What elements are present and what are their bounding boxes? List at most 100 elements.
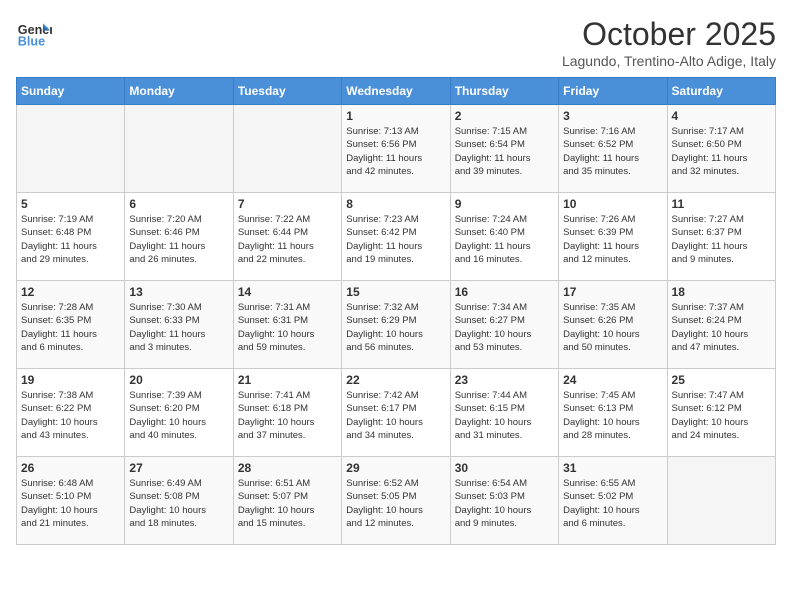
day-info: Sunrise: 7:30 AM Sunset: 6:33 PM Dayligh… [129, 301, 228, 354]
calendar-cell: 10 Sunrise: 7:26 AM Sunset: 6:39 PM Dayli… [559, 193, 667, 281]
day-info: Sunrise: 6:52 AM Sunset: 5:05 PM Dayligh… [346, 477, 445, 530]
calendar-cell: 24 Sunrise: 7:45 AM Sunset: 6:13 PM Dayli… [559, 369, 667, 457]
day-number: 7 [238, 197, 337, 211]
day-number: 9 [455, 197, 554, 211]
day-number: 4 [672, 109, 771, 123]
calendar-cell: 17 Sunrise: 7:35 AM Sunset: 6:26 PM Dayli… [559, 281, 667, 369]
calendar-cell: 3 Sunrise: 7:16 AM Sunset: 6:52 PM Daylig… [559, 105, 667, 193]
day-info: Sunrise: 7:13 AM Sunset: 6:56 PM Dayligh… [346, 125, 445, 178]
calendar-cell: 8 Sunrise: 7:23 AM Sunset: 6:42 PM Daylig… [342, 193, 450, 281]
calendar-cell: 1Sunrise: 7:13 AM Sunset: 6:56 PM Daylig… [342, 105, 450, 193]
day-number: 5 [21, 197, 120, 211]
day-info: Sunrise: 7:41 AM Sunset: 6:18 PM Dayligh… [238, 389, 337, 442]
day-number: 24 [563, 373, 662, 387]
day-number: 30 [455, 461, 554, 475]
header-thursday: Thursday [450, 78, 558, 105]
calendar-cell: 20 Sunrise: 7:39 AM Sunset: 6:20 PM Dayli… [125, 369, 233, 457]
day-info: Sunrise: 7:28 AM Sunset: 6:35 PM Dayligh… [21, 301, 120, 354]
day-info: Sunrise: 7:24 AM Sunset: 6:40 PM Dayligh… [455, 213, 554, 266]
day-info: Sunrise: 7:20 AM Sunset: 6:46 PM Dayligh… [129, 213, 228, 266]
day-info: Sunrise: 6:55 AM Sunset: 5:02 PM Dayligh… [563, 477, 662, 530]
day-info: Sunrise: 7:35 AM Sunset: 6:26 PM Dayligh… [563, 301, 662, 354]
logo-icon: General Blue [16, 16, 52, 52]
day-info: Sunrise: 7:32 AM Sunset: 6:29 PM Dayligh… [346, 301, 445, 354]
day-number: 22 [346, 373, 445, 387]
day-number: 20 [129, 373, 228, 387]
day-number: 8 [346, 197, 445, 211]
day-info: Sunrise: 7:37 AM Sunset: 6:24 PM Dayligh… [672, 301, 771, 354]
day-info: Sunrise: 7:44 AM Sunset: 6:15 PM Dayligh… [455, 389, 554, 442]
day-info: Sunrise: 7:45 AM Sunset: 6:13 PM Dayligh… [563, 389, 662, 442]
calendar-cell: 7 Sunrise: 7:22 AM Sunset: 6:44 PM Daylig… [233, 193, 341, 281]
day-number: 31 [563, 461, 662, 475]
calendar-week-4: 19 Sunrise: 7:38 AM Sunset: 6:22 PM Dayli… [17, 369, 776, 457]
calendar-cell: 12 Sunrise: 7:28 AM Sunset: 6:35 PM Dayli… [17, 281, 125, 369]
calendar-cell: 19 Sunrise: 7:38 AM Sunset: 6:22 PM Dayli… [17, 369, 125, 457]
calendar-cell: 14Sunrise: 7:31 AM Sunset: 6:31 PM Dayli… [233, 281, 341, 369]
header-tuesday: Tuesday [233, 78, 341, 105]
calendar-cell: 23 Sunrise: 7:44 AM Sunset: 6:15 PM Dayli… [450, 369, 558, 457]
day-number: 6 [129, 197, 228, 211]
day-number: 15 [346, 285, 445, 299]
day-number: 19 [21, 373, 120, 387]
day-info: Sunrise: 7:26 AM Sunset: 6:39 PM Dayligh… [563, 213, 662, 266]
calendar-cell: 29 Sunrise: 6:52 AM Sunset: 5:05 PM Dayli… [342, 457, 450, 545]
day-info: Sunrise: 7:39 AM Sunset: 6:20 PM Dayligh… [129, 389, 228, 442]
day-info: Sunrise: 7:19 AM Sunset: 6:48 PM Dayligh… [21, 213, 120, 266]
calendar-cell: 5 Sunrise: 7:19 AM Sunset: 6:48 PM Daylig… [17, 193, 125, 281]
calendar-cell: 26 Sunrise: 6:48 AM Sunset: 5:10 PM Dayli… [17, 457, 125, 545]
calendar-cell: 2 Sunrise: 7:15 AM Sunset: 6:54 PM Daylig… [450, 105, 558, 193]
calendar-cell [667, 457, 775, 545]
day-number: 3 [563, 109, 662, 123]
day-info: Sunrise: 7:27 AM Sunset: 6:37 PM Dayligh… [672, 213, 771, 266]
calendar-cell: 4 Sunrise: 7:17 AM Sunset: 6:50 PM Daylig… [667, 105, 775, 193]
calendar-cell: 6 Sunrise: 7:20 AM Sunset: 6:46 PM Daylig… [125, 193, 233, 281]
calendar-cell: 27 Sunrise: 6:49 AM Sunset: 5:08 PM Dayli… [125, 457, 233, 545]
day-number: 12 [21, 285, 120, 299]
calendar-cell: 13Sunrise: 7:30 AM Sunset: 6:33 PM Dayli… [125, 281, 233, 369]
day-info: Sunrise: 6:49 AM Sunset: 5:08 PM Dayligh… [129, 477, 228, 530]
day-number: 25 [672, 373, 771, 387]
title-block: October 2025 Lagundo, Trentino-Alto Adig… [562, 16, 776, 69]
day-info: Sunrise: 7:23 AM Sunset: 6:42 PM Dayligh… [346, 213, 445, 266]
calendar-cell: 21Sunrise: 7:41 AM Sunset: 6:18 PM Dayli… [233, 369, 341, 457]
calendar-cell: 31 Sunrise: 6:55 AM Sunset: 5:02 PM Dayli… [559, 457, 667, 545]
calendar-cell: 11Sunrise: 7:27 AM Sunset: 6:37 PM Dayli… [667, 193, 775, 281]
calendar-cell: 16Sunrise: 7:34 AM Sunset: 6:27 PM Dayli… [450, 281, 558, 369]
day-info: Sunrise: 7:47 AM Sunset: 6:12 PM Dayligh… [672, 389, 771, 442]
day-number: 10 [563, 197, 662, 211]
header-saturday: Saturday [667, 78, 775, 105]
calendar-week-5: 26 Sunrise: 6:48 AM Sunset: 5:10 PM Dayli… [17, 457, 776, 545]
day-number: 17 [563, 285, 662, 299]
day-info: Sunrise: 6:48 AM Sunset: 5:10 PM Dayligh… [21, 477, 120, 530]
calendar-cell: 15 Sunrise: 7:32 AM Sunset: 6:29 PM Dayli… [342, 281, 450, 369]
day-info: Sunrise: 7:22 AM Sunset: 6:44 PM Dayligh… [238, 213, 337, 266]
calendar-cell: 9 Sunrise: 7:24 AM Sunset: 6:40 PM Daylig… [450, 193, 558, 281]
day-info: Sunrise: 7:34 AM Sunset: 6:27 PM Dayligh… [455, 301, 554, 354]
calendar-cell: 18 Sunrise: 7:37 AM Sunset: 6:24 PM Dayli… [667, 281, 775, 369]
calendar-cell: 25 Sunrise: 7:47 AM Sunset: 6:12 PM Dayli… [667, 369, 775, 457]
calendar-header-row: SundayMondayTuesdayWednesdayThursdayFrid… [17, 78, 776, 105]
day-info: Sunrise: 6:54 AM Sunset: 5:03 PM Dayligh… [455, 477, 554, 530]
day-info: Sunrise: 7:15 AM Sunset: 6:54 PM Dayligh… [455, 125, 554, 178]
calendar-cell [233, 105, 341, 193]
day-info: Sunrise: 7:16 AM Sunset: 6:52 PM Dayligh… [563, 125, 662, 178]
calendar-cell: 28Sunrise: 6:51 AM Sunset: 5:07 PM Dayli… [233, 457, 341, 545]
day-number: 27 [129, 461, 228, 475]
month-title: October 2025 [562, 16, 776, 53]
svg-text:Blue: Blue [18, 35, 45, 49]
calendar-cell [125, 105, 233, 193]
header-monday: Monday [125, 78, 233, 105]
calendar-body: 1Sunrise: 7:13 AM Sunset: 6:56 PM Daylig… [17, 105, 776, 545]
day-info: Sunrise: 7:38 AM Sunset: 6:22 PM Dayligh… [21, 389, 120, 442]
day-number: 23 [455, 373, 554, 387]
day-number: 29 [346, 461, 445, 475]
calendar-cell: 22Sunrise: 7:42 AM Sunset: 6:17 PM Dayli… [342, 369, 450, 457]
day-number: 18 [672, 285, 771, 299]
day-info: Sunrise: 7:17 AM Sunset: 6:50 PM Dayligh… [672, 125, 771, 178]
day-number: 14 [238, 285, 337, 299]
day-number: 28 [238, 461, 337, 475]
location: Lagundo, Trentino-Alto Adige, Italy [562, 53, 776, 69]
day-number: 26 [21, 461, 120, 475]
day-number: 2 [455, 109, 554, 123]
